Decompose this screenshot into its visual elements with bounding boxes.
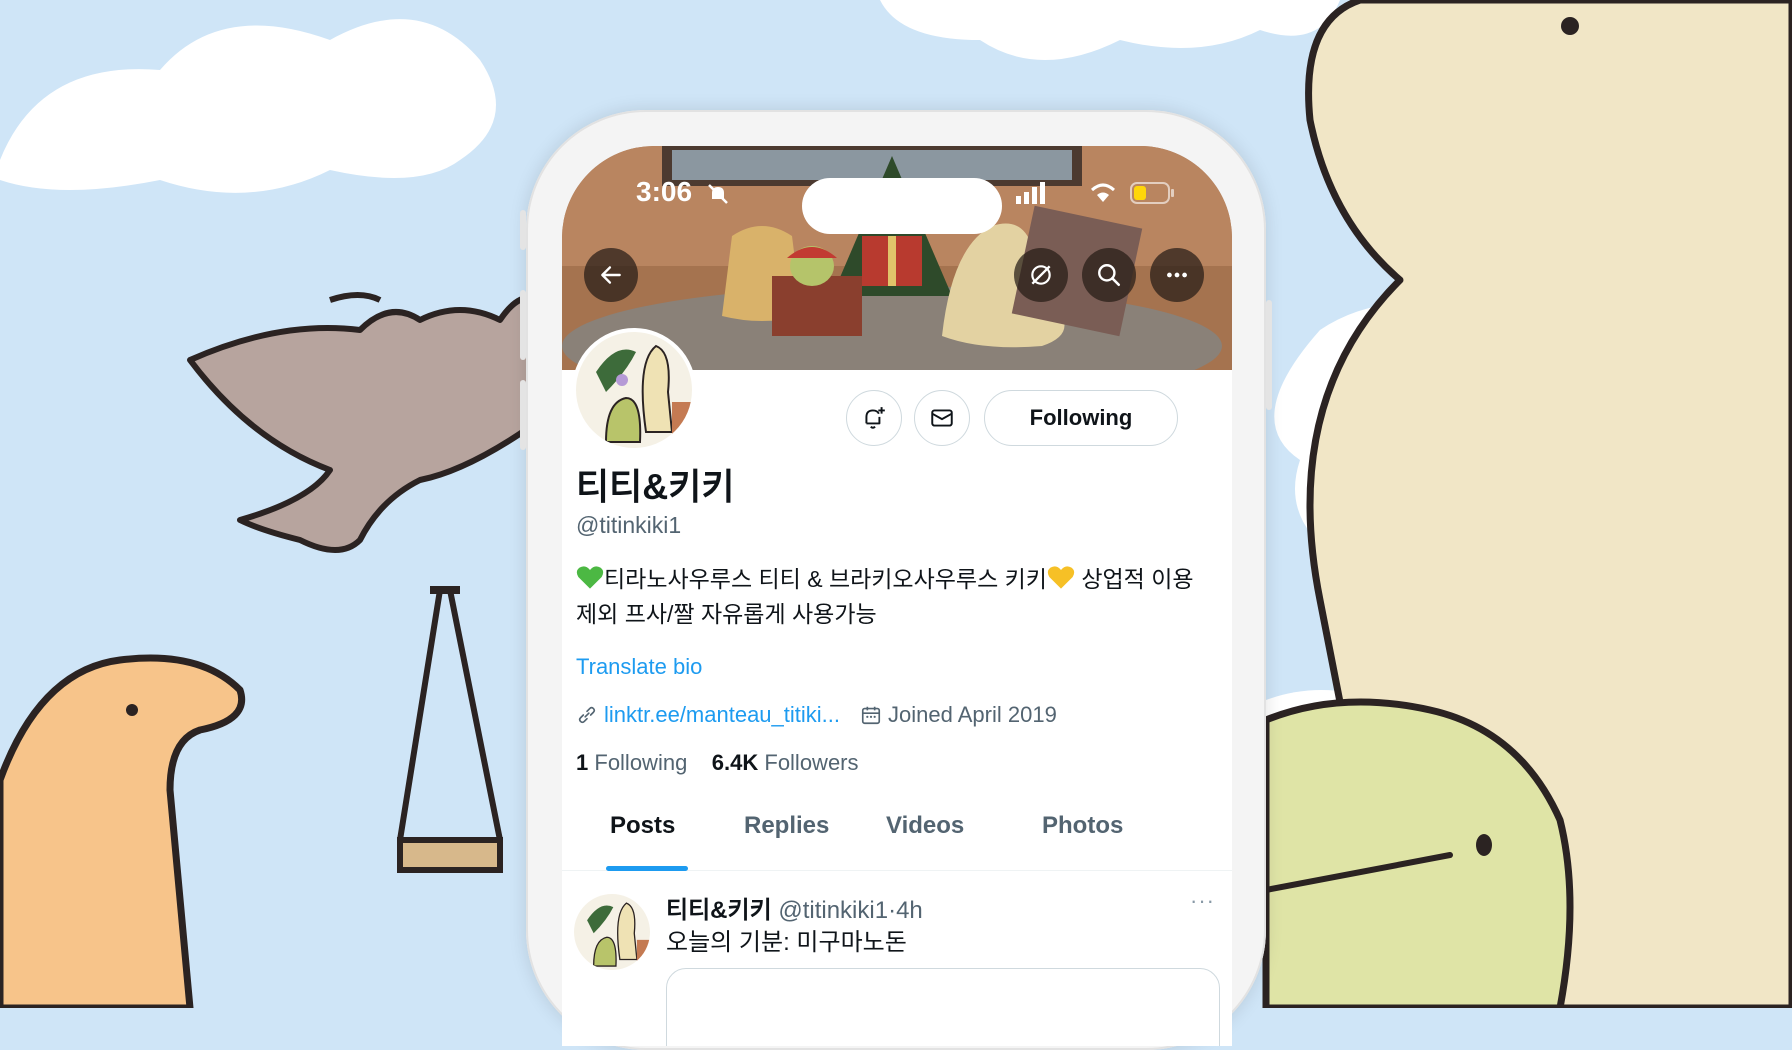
bio-text-part1: 티라노사우루스 티티 & 브라키오사우루스 키키 — [604, 566, 1047, 592]
phone-volume-down — [520, 380, 526, 450]
tab-posts[interactable]: Posts — [610, 812, 675, 840]
post-media[interactable] — [666, 968, 1220, 1046]
following-count-link[interactable]: 1 Following — [576, 750, 687, 775]
phone-power-button — [1266, 300, 1272, 410]
following-label: Following — [594, 750, 688, 775]
hide-button[interactable] — [1014, 248, 1068, 302]
phone-side-button — [520, 210, 526, 250]
profile-avatar[interactable] — [572, 328, 696, 452]
profile-tabs: Posts Replies Videos Photos — [562, 786, 1232, 871]
arrow-left-icon — [601, 266, 621, 284]
post-avatar[interactable] — [574, 894, 650, 970]
post-separator: · — [888, 897, 897, 924]
dynamic-island — [802, 178, 1002, 234]
tab-videos[interactable]: Videos — [886, 812, 964, 840]
status-time: 3:06 — [636, 176, 693, 207]
notifications-button[interactable] — [846, 390, 902, 446]
wifi-icon — [1090, 183, 1116, 202]
eye-slash-icon — [1031, 265, 1051, 285]
following-button[interactable]: Following — [984, 390, 1178, 446]
post-header: 티티&키키 @titinkiki1·4h — [666, 890, 923, 925]
post-item[interactable]: 티티&키키 @titinkiki1·4h ··· 오늘의 기분: 미구마노돈 — [562, 886, 1232, 1046]
followers-label: Followers — [764, 750, 859, 775]
yellow-heart-icon — [1047, 566, 1075, 589]
profile-bio: 티라노사우루스 티티 & 브라키오사우루스 키키 상업적 이용 제외 프사/짤 … — [576, 562, 1216, 632]
following-count: 1 — [576, 750, 589, 775]
joined-date: Joined April 2019 — [888, 702, 1057, 727]
followers-count-link[interactable]: 6.4K Followers — [712, 750, 859, 775]
translate-bio-link[interactable]: Translate bio — [576, 654, 702, 680]
profile-handle: @titinkiki1 — [576, 512, 682, 538]
battery-icon — [1130, 182, 1174, 204]
search-icon — [1098, 264, 1121, 287]
envelope-icon — [931, 409, 953, 427]
followers-count: 6.4K — [711, 750, 759, 775]
link-icon — [578, 706, 596, 724]
phone-volume-up — [520, 290, 526, 360]
signal-icon — [1016, 182, 1045, 204]
avatar-image — [576, 332, 692, 448]
post-more-icon[interactable]: ··· — [1190, 888, 1215, 914]
bell-plus-icon — [865, 407, 885, 429]
back-button[interactable] — [584, 248, 638, 302]
profile-meta: linktr.ee/manteau_titiki... Joined April… — [576, 702, 1057, 728]
calendar-icon — [861, 706, 881, 725]
profile-website-link[interactable]: linktr.ee/manteau_titiki... — [604, 702, 840, 728]
silent-bell-icon — [708, 184, 728, 204]
post-avatar-image — [574, 894, 650, 970]
profile-name: 티티&키키 — [576, 466, 735, 507]
search-button[interactable] — [1082, 248, 1136, 302]
post-author-handle[interactable]: @titinkiki1 — [778, 897, 888, 924]
post-text: 오늘의 기분: 미구마노돈 — [666, 929, 907, 956]
tab-replies[interactable]: Replies — [744, 812, 829, 840]
profile-screen: 3:06 Following 티티&키키 @titinkiki1 티라노사우루스… — [562, 146, 1232, 1046]
post-author-name[interactable]: 티티&키키 — [666, 897, 772, 924]
more-button[interactable] — [1150, 248, 1204, 302]
follow-counts: 1 Following 6.4K Followers — [576, 750, 859, 776]
green-heart-icon — [576, 566, 604, 589]
message-button[interactable] — [914, 390, 970, 446]
tab-photos[interactable]: Photos — [1042, 812, 1123, 840]
post-time[interactable]: 4h — [896, 897, 923, 924]
more-horizontal-icon — [1167, 272, 1187, 278]
active-tab-indicator — [606, 866, 688, 871]
